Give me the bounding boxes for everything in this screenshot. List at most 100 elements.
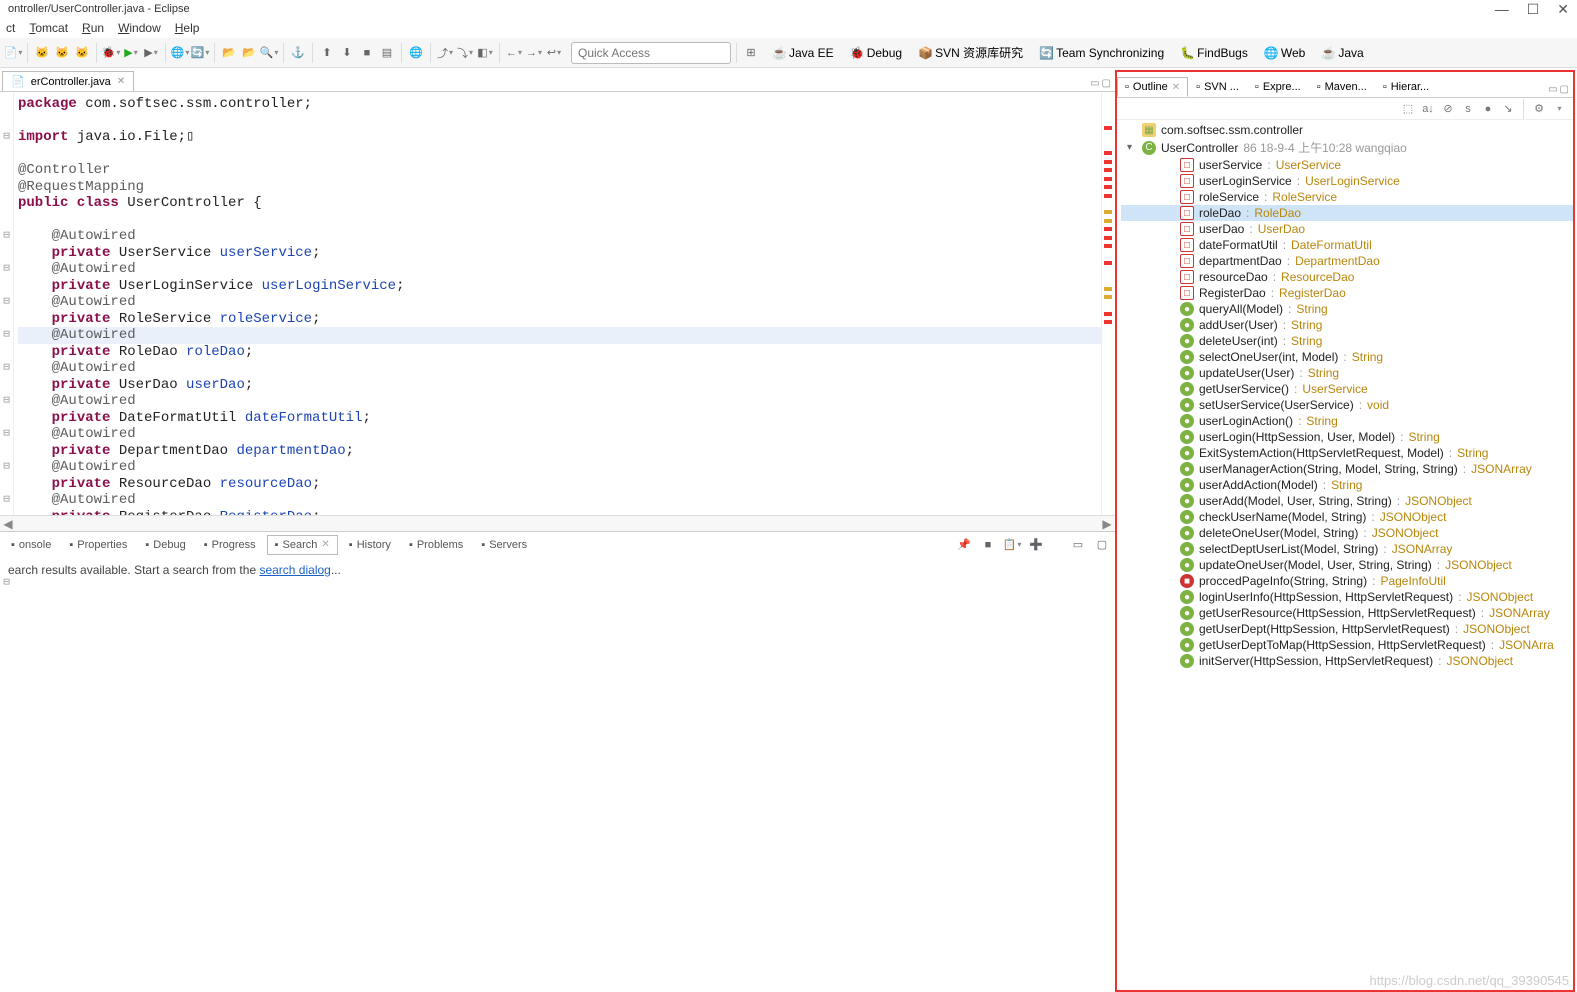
view-min-icon[interactable]: ▭ (1069, 536, 1087, 554)
outline-tab-svn[interactable]: ▫SVN ... (1188, 77, 1247, 97)
tomcat-restart-icon[interactable]: 🐱 (73, 44, 91, 62)
bottom-tab-history[interactable]: ▪History (342, 536, 398, 554)
run-ext-icon[interactable]: ▶ (142, 44, 160, 62)
outline-member[interactable]: ●updateOneUser(Model, User, String, Stri… (1121, 557, 1573, 573)
hide-fields-icon[interactable]: ⊘ (1440, 101, 1456, 117)
search-icon[interactable]: 🔍 (260, 44, 278, 62)
link-editor-icon[interactable]: ⚙ (1531, 101, 1547, 117)
svn2-icon[interactable]: ⤵ (456, 44, 474, 62)
new-server-icon[interactable]: 🌐 (171, 44, 189, 62)
menu-item[interactable]: ct (6, 21, 15, 35)
outline-member[interactable]: ●userAdd(Model, User, String, String) : … (1121, 493, 1573, 509)
menu-item[interactable]: Help (175, 21, 200, 35)
outline-member[interactable]: □resourceDao : ResourceDao (1121, 269, 1573, 285)
outline-member[interactable]: □userService : UserService (1121, 157, 1573, 173)
stop-search-icon[interactable]: ■ (979, 536, 997, 554)
outline-member[interactable]: □roleDao : RoleDao (1121, 205, 1573, 221)
bottom-tab-problems[interactable]: ▪Problems (402, 536, 470, 554)
maximize-view-icon[interactable]: ▢ (1102, 78, 1111, 89)
debug-icon[interactable]: 🐞 (102, 44, 120, 62)
outline-member[interactable]: ●queryAll(Model) : String (1121, 301, 1573, 317)
run-icon[interactable]: ▶ (122, 44, 140, 62)
outline-member[interactable]: ●userManagerAction(String, Model, String… (1121, 461, 1573, 477)
bottom-tab-debug[interactable]: ▪Debug (138, 536, 192, 554)
hide-local-icon[interactable]: ↘ (1500, 101, 1516, 117)
open-perspective-icon[interactable]: ⊞ (742, 44, 760, 62)
hide-nonpublic-icon[interactable]: ● (1480, 101, 1496, 117)
outline-member[interactable]: ●addUser(User) : String (1121, 317, 1573, 333)
svn3-icon[interactable]: ◧ (476, 44, 494, 62)
outline-member[interactable]: ■proccedPageInfo(String, String) : PageI… (1121, 573, 1573, 589)
editor-tab[interactable]: 📄 erController.java ✕ (2, 71, 134, 91)
outline-member[interactable]: ●getUserDeptToMap(HttpSession, HttpServl… (1121, 637, 1573, 653)
perspective-findbugs[interactable]: 🐛FindBugs (1174, 44, 1254, 62)
sort-icon[interactable]: a↓ (1420, 101, 1436, 117)
search-dialog-link[interactable]: search dialog (259, 563, 330, 577)
outline-member[interactable]: ●deleteOneUser(Model, String) : JSONObje… (1121, 525, 1573, 541)
perspective-team-synchronizing[interactable]: 🔄Team Synchronizing (1033, 44, 1170, 62)
toggle-mark-icon[interactable]: ⚓ (289, 44, 307, 62)
hide-static-icon[interactable]: s (1460, 101, 1476, 117)
close-icon[interactable]: ✕ (117, 76, 125, 87)
outline-member[interactable]: ●checkUserName(Model, String) : JSONObje… (1121, 509, 1573, 525)
menu-item[interactable]: Run (82, 21, 104, 35)
fwd-icon[interactable]: → (525, 44, 543, 62)
outline-tab-expre[interactable]: ▫Expre... (1247, 77, 1309, 97)
open-type-icon[interactable]: 📂 (220, 44, 238, 62)
sync-icon[interactable]: 🔄 (191, 44, 209, 62)
outline-member[interactable]: ●deleteUser(int) : String (1121, 333, 1573, 349)
bottom-tab-servers[interactable]: ▪Servers (474, 536, 534, 554)
outline-member[interactable]: ●initServer(HttpSession, HttpServletRequ… (1121, 653, 1573, 669)
focus-icon[interactable]: ⬚ (1400, 101, 1416, 117)
history-icon[interactable]: 📋 (1003, 536, 1021, 554)
quick-access-input[interactable] (571, 42, 731, 64)
minimize-button[interactable]: — (1495, 1, 1509, 18)
outline-member[interactable]: ●getUserResource(HttpSession, HttpServle… (1121, 605, 1573, 621)
next-icon[interactable]: ⬇ (338, 44, 356, 62)
outline-member[interactable]: ●ExitSystemAction(HttpServletRequest, Mo… (1121, 445, 1573, 461)
outline-tab-hierar[interactable]: ▫Hierar... (1375, 77, 1437, 97)
outline-member[interactable]: ●userLoginAction() : String (1121, 413, 1573, 429)
bottom-tab-progress[interactable]: ▪Progress (197, 536, 263, 554)
outline-member[interactable]: ●getUserDept(HttpSession, HttpServletReq… (1121, 621, 1573, 637)
bottom-tab-search[interactable]: ▪Search✕ (267, 535, 338, 555)
outline-tab-maven[interactable]: ▫Maven... (1309, 77, 1375, 97)
open-task-icon[interactable]: 📂 (240, 44, 258, 62)
outline-member[interactable]: □departmentDao : DepartmentDao (1121, 253, 1573, 269)
outline-member[interactable]: ●loginUserInfo(HttpSession, HttpServletR… (1121, 589, 1573, 605)
perspective-svn-资源库研究[interactable]: 📦SVN 资源库研究 (912, 42, 1029, 63)
prev-icon[interactable]: ⬆ (318, 44, 336, 62)
perspective-java-ee[interactable]: ☕Java EE (766, 44, 840, 62)
nav-icon[interactable]: ↩ (545, 44, 563, 62)
outline-member[interactable]: □RegisterDao : RegisterDao (1121, 285, 1573, 301)
outline-member[interactable]: □roleService : RoleService (1121, 189, 1573, 205)
minimize-view-icon[interactable]: ▭ (1090, 78, 1099, 89)
outline-class[interactable]: ▾CUserController 86 18-9-4 上午10:28 wangq… (1121, 138, 1573, 157)
view-max-icon[interactable]: ▢ (1093, 536, 1111, 554)
view-menu-icon[interactable] (1551, 101, 1567, 117)
browser-icon[interactable]: 🌐 (407, 44, 425, 62)
back-icon[interactable]: ← (505, 44, 523, 62)
new-button[interactable]: 📄 (4, 44, 22, 62)
pin-icon[interactable]: 📌 (955, 536, 973, 554)
outline-member[interactable]: ●getUserService() : UserService (1121, 381, 1573, 397)
outline-member[interactable]: □userDao : UserDao (1121, 221, 1573, 237)
bottom-tab-properties[interactable]: ▪Properties (62, 536, 134, 554)
tomcat-stop-icon[interactable]: 🐱 (53, 44, 71, 62)
outline-package[interactable]: ▦com.softsec.ssm.controller (1121, 122, 1573, 138)
outline-member[interactable]: ●userAddAction(Model) : String (1121, 477, 1573, 493)
code-editor[interactable]: ⊟⊟⊟⊟⊟⊟⊟⊟⊟⊟⊟ package com.softsec.ssm.cont… (0, 92, 1115, 515)
outline-tab-outline[interactable]: ▫Outline✕ (1117, 77, 1188, 97)
maximize-button[interactable]: ☐ (1527, 1, 1540, 18)
svn-icon[interactable]: ⤴ (436, 44, 454, 62)
menu-item[interactable]: Tomcat (29, 21, 68, 35)
menu-item[interactable]: Window (118, 21, 161, 35)
outline-member[interactable]: ●userLogin(HttpSession, User, Model) : S… (1121, 429, 1573, 445)
perspective-java[interactable]: ☕Java (1315, 44, 1369, 62)
perspective-web[interactable]: 🌐Web (1258, 44, 1311, 62)
min-view-icon[interactable]: ▭ (1548, 84, 1557, 95)
stop-icon[interactable]: ■ (358, 44, 376, 62)
close-button[interactable]: ✕ (1557, 1, 1569, 18)
max-view-icon[interactable]: ▢ (1560, 84, 1569, 95)
outline-icon[interactable]: ▤ (378, 44, 396, 62)
